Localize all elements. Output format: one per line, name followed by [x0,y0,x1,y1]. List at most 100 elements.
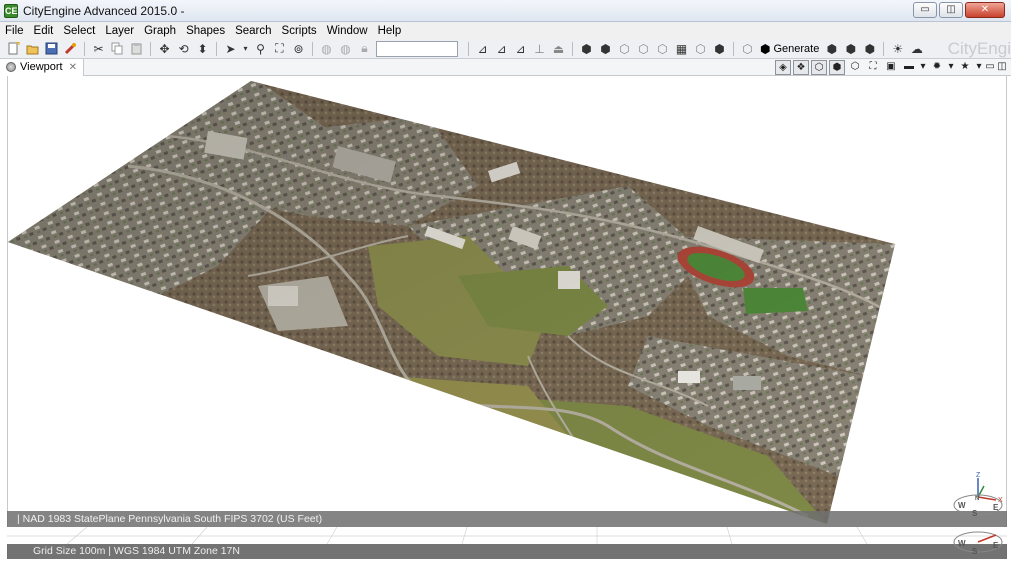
main-toolbar: ✂ ✥ ⟲ ⬍ ➤ ▾ ⚲ ⛶ ⊚ ◍ ◍ 🔒︎ ⊿ ⊿ ⊿ ⊥ ⏏ ⬢ ⬢ ⬡… [0,39,1011,59]
cloud-icon[interactable]: ☁ [910,42,924,56]
toolbar-separator [312,41,313,56]
cityengine-app-icon: CE [4,3,18,18]
wireframe-mode-icon[interactable]: ◈ [775,60,791,75]
menu-graph[interactable]: Graph [139,25,181,37]
grid-size-status: Grid Size 100m | WGS 1984 UTM Zone 17N [7,544,1007,559]
open-folder-icon[interactable] [26,42,40,56]
generate-label: Generate [773,42,820,55]
scale-icon[interactable]: ⬍ [196,42,210,56]
shape-tool-7-icon[interactable]: ⬢ [713,42,727,56]
menu-select[interactable]: Select [58,25,100,37]
menu-search[interactable]: Search [230,25,276,37]
generate-icon: ⬢ [760,41,771,56]
menu-shapes[interactable]: Shapes [181,25,230,37]
viewport-icon [6,62,16,72]
compass-south-label: S [972,509,978,518]
minimize-view-icon[interactable]: ▭ [985,60,995,75]
new-icon[interactable] [7,42,21,56]
search-input[interactable] [376,40,458,57]
maximize-button[interactable]: ◫ [939,2,963,18]
generate-button[interactable]: ⬢ Generate [760,42,819,56]
pan-icon[interactable]: ⚲ [254,42,268,56]
rule-icon[interactable]: ⬡ [741,42,755,56]
toolbar-separator [883,41,885,56]
chevron-down-icon[interactable]: ▾ [243,42,249,56]
menu-scripts[interactable]: Scripts [277,25,322,37]
window-title: CityEngine Advanced 2015.0 - [23,3,185,18]
compass-east-label-2: E [993,541,999,550]
ground-grid-lines [7,526,1007,545]
editor-tab-bar: Viewport ✕ ◈ ❖ ⬡ ⬢ ⬡ ⛶ ▣ ▬ ▾ ✹ ▾ ★ ▾ ▭ ◫ [0,58,1011,76]
street-tool-icon[interactable]: ⊿ [476,42,490,56]
zoom-icon[interactable]: ⊚ [292,42,306,56]
close-button[interactable]: ✕ [965,2,1005,18]
menu-file[interactable]: File [0,25,29,37]
toolbar-separator [733,41,734,56]
copy-icon[interactable] [111,42,125,56]
cleanup-icon[interactable]: ⬢ [825,42,839,56]
paste-icon[interactable] [130,42,144,56]
menu-window[interactable]: Window [322,25,373,37]
selection-add-icon[interactable]: ◍ [339,42,353,56]
shape-tool-5-icon[interactable]: ⬡ [656,42,670,56]
layers-icon[interactable]: ▣ [883,60,899,75]
tab-viewport[interactable]: Viewport ✕ [0,58,84,76]
compass-icon: Z X W E S N W E S [953,472,1003,556]
cut-icon[interactable]: ✂ [92,42,106,56]
light-icon[interactable]: ☀ [891,42,905,56]
compass-west-label-2: W [958,539,966,548]
toolbar-separator [84,41,85,56]
3d-viewport[interactable] [7,76,1007,559]
menu-help[interactable]: Help [373,25,407,37]
shape-tool-2-icon[interactable]: ⬢ [599,42,613,56]
compass-south-label-2: S [972,547,978,556]
rotate-icon[interactable]: ⟲ [177,42,191,56]
window-controls: ▭ ◫ ✕ [913,2,1005,18]
frame-icon[interactable]: ⛶ [273,41,287,56]
minimize-button[interactable]: ▭ [913,2,937,18]
chevron-down-icon[interactable]: ▾ [919,60,927,75]
terrain-scene[interactable] [8,76,1007,559]
street-tool-3-icon[interactable]: ⊿ [514,42,528,56]
coordinate-system-status: | NAD 1983 StatePlane Pennsylvania South… [7,511,1007,527]
export-icon[interactable] [64,42,78,56]
camera-icon[interactable]: ▬ [901,60,917,75]
selection-mode-icon[interactable]: ◍ [320,42,334,56]
save-icon[interactable] [45,42,59,56]
viewport-toolbar: ◈ ❖ ⬡ ⬢ ⬡ ⛶ ▣ ▬ ▾ ✹ ▾ ★ ▾ ▭ ◫ [775,59,1007,76]
select-arrow-icon[interactable]: ➤ [224,42,238,56]
export-model-icon[interactable]: ⬢ [863,42,877,56]
bookmark-icon[interactable]: ⬡ [847,60,863,75]
toolbar-separator [216,41,217,56]
chevron-down-icon[interactable]: ▾ [975,60,983,75]
shaded-mode-icon[interactable]: ❖ [793,60,809,75]
menu-edit[interactable]: Edit [29,25,59,37]
menu-bar: File Edit Select Layer Graph Shapes Sear… [0,22,1011,39]
menu-layer[interactable]: Layer [100,25,139,37]
lock-icon[interactable]: 🔒︎ [358,41,372,56]
chevron-down-icon[interactable]: ▾ [947,60,955,75]
model-icon[interactable]: ⬢ [844,42,858,56]
shape-tool-6-icon[interactable]: ⬡ [694,42,708,56]
shape-tool-icon[interactable]: ⬢ [580,42,594,56]
close-tab-icon[interactable]: ✕ [69,62,77,73]
toolbar-separator [150,41,151,56]
toolbar-separator [468,41,469,56]
star-bookmark-icon[interactable]: ★ [957,60,973,75]
move-icon[interactable]: ✥ [158,42,172,56]
compass-east-label: E [993,503,999,512]
terrain-icon[interactable]: ⏏ [552,42,566,56]
checker-icon[interactable]: ▦ [675,42,689,56]
shape-tool-4-icon[interactable]: ⬡ [637,42,651,56]
settings-gear-icon[interactable]: ✹ [929,60,945,75]
tab-viewport-label: Viewport [20,61,63,73]
shape-tool-3-icon[interactable]: ⬡ [618,42,632,56]
textured-mode-icon[interactable]: ⬡ [811,60,827,75]
camera-frame-icon[interactable]: ⛶ [865,60,881,75]
maximize-view-icon[interactable]: ◫ [997,60,1007,75]
grow-streets-icon[interactable]: ⊥ [533,42,547,56]
navigation-compass[interactable]: Z X W E S N W E S [946,470,1006,559]
toolbar-separator [572,41,573,56]
street-tool-2-icon[interactable]: ⊿ [495,42,509,56]
shaded-wire-mode-icon[interactable]: ⬢ [829,60,845,75]
